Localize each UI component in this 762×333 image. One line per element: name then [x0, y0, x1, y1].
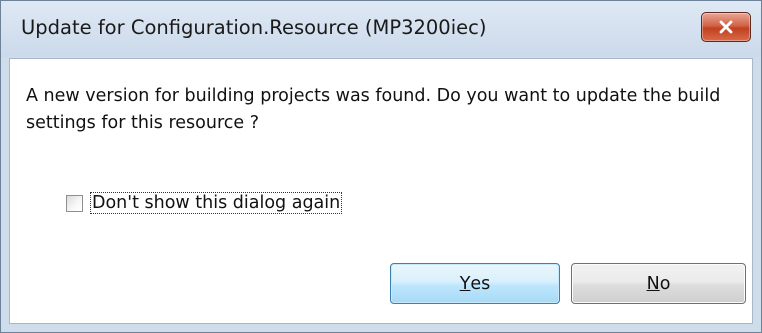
close-icon	[719, 20, 733, 34]
dont-show-again-option[interactable]: Don't show this dialog again	[66, 192, 343, 214]
message-text: A new version for building projects was …	[26, 86, 721, 133]
no-button[interactable]: No	[571, 263, 746, 304]
title-bar[interactable]: Update for Configuration.Resource (MP320…	[1, 1, 761, 57]
yes-button[interactable]: Yes	[390, 263, 560, 304]
dialog-window: Update for Configuration.Resource (MP320…	[0, 0, 762, 333]
yes-button-label: es	[470, 273, 491, 294]
dialog-content: A new version for building projects was …	[9, 58, 753, 324]
no-button-label: o	[659, 273, 671, 294]
dont-show-again-label[interactable]: Don't show this dialog again	[90, 192, 343, 214]
no-button-mnemonic: N	[646, 273, 660, 294]
close-button[interactable]	[701, 12, 751, 42]
yes-button-mnemonic: Y	[459, 273, 471, 294]
window-title: Update for Configuration.Resource (MP320…	[21, 16, 487, 39]
dont-show-again-checkbox[interactable]	[66, 194, 83, 212]
